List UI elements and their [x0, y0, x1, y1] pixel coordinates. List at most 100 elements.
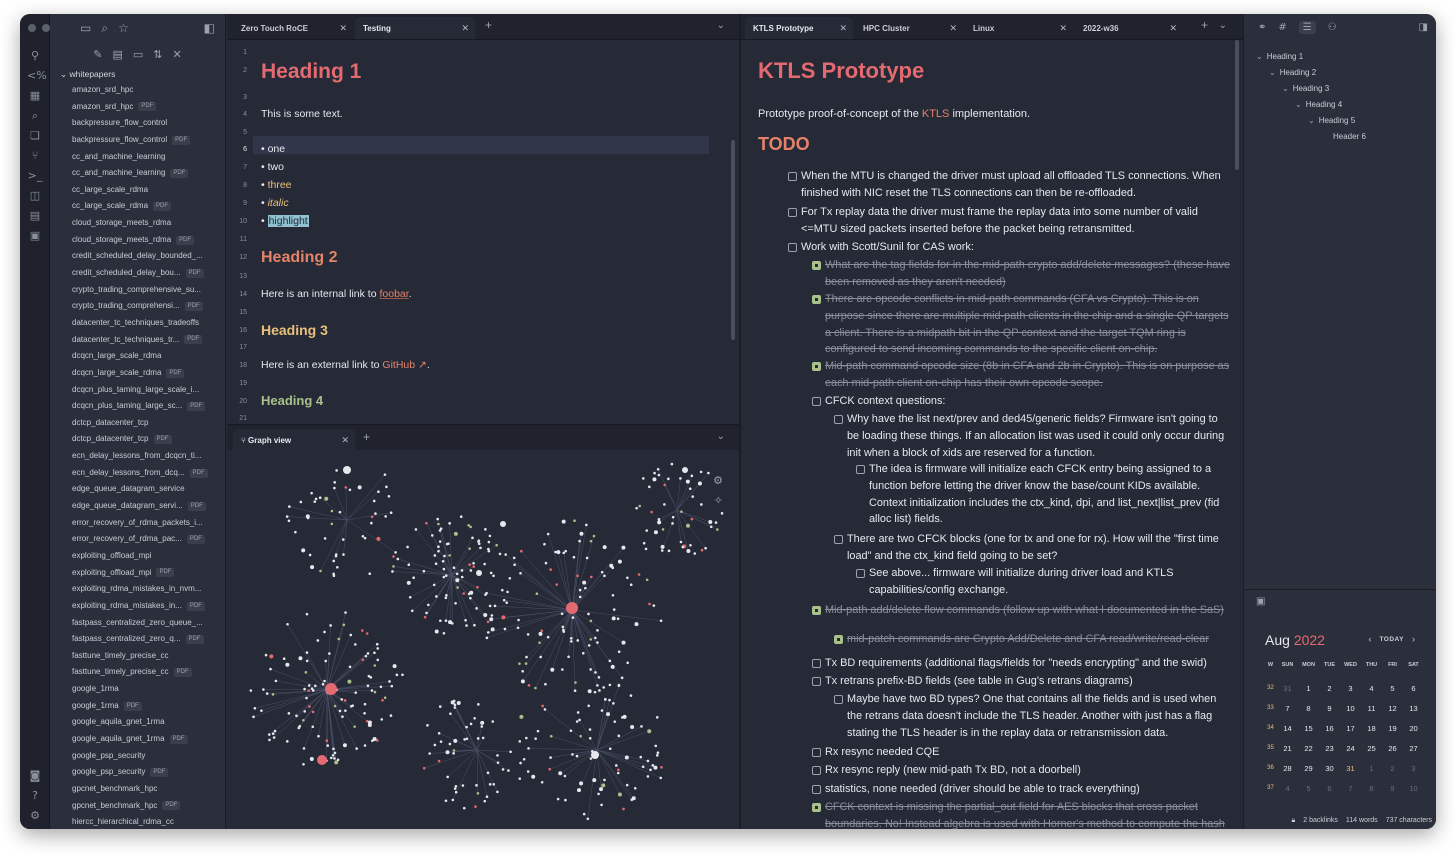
graph-node[interactable]: [353, 725, 356, 728]
task-checkbox[interactable]: [834, 535, 843, 544]
graph-node[interactable]: [454, 601, 457, 605]
calendar-day[interactable]: 3: [1403, 764, 1424, 773]
outline-item[interactable]: ⌄ Heading 3: [1282, 84, 1329, 93]
editor-line[interactable]: • italic: [261, 197, 289, 209]
graph-node[interactable]: [462, 592, 466, 595]
graph-node[interactable]: [616, 771, 620, 775]
file-item[interactable]: dctcp_datacenter_tcp PDF: [50, 431, 225, 448]
graph-node[interactable]: [349, 633, 353, 637]
graph-node[interactable]: [521, 669, 524, 673]
graph-node[interactable]: [612, 608, 616, 611]
file-item[interactable]: dcqcn_plus_taming_large_scale_i...: [50, 382, 225, 399]
graph-node[interactable]: [333, 481, 337, 484]
graph-node[interactable]: [657, 473, 661, 477]
graph-node[interactable]: [597, 792, 600, 796]
graph-node[interactable]: [310, 565, 315, 570]
task-checkbox[interactable]: [788, 172, 797, 181]
graph-node[interactable]: [611, 616, 616, 621]
file-item[interactable]: backpressure_flow_control PDF: [50, 132, 225, 149]
graph-node[interactable]: [438, 540, 442, 543]
graph-node[interactable]: [670, 462, 674, 466]
graph-node[interactable]: [317, 734, 320, 738]
graph-node[interactable]: [392, 664, 397, 669]
graph-node[interactable]: [333, 704, 337, 708]
file-item[interactable]: credit_scheduled_delay_bou... PDF: [50, 265, 225, 282]
graph-node[interactable]: [502, 598, 506, 602]
graph-node[interactable]: [408, 595, 412, 599]
outline-item[interactable]: ⌄ Heading 5: [1308, 116, 1355, 125]
graph-node[interactable]: [326, 744, 330, 747]
close-icon[interactable]: ✕: [339, 23, 347, 34]
folder-whitepapers[interactable]: ⌄ whitepapers: [50, 66, 225, 82]
graph-node[interactable]: [325, 739, 329, 743]
chevron-down-icon[interactable]: ⌄: [1308, 116, 1315, 125]
graph-node[interactable]: [454, 790, 458, 794]
graph-node[interactable]: [473, 717, 476, 720]
close-icon[interactable]: ✕: [1059, 23, 1067, 34]
graph-node[interactable]: [477, 703, 480, 706]
graph-node[interactable]: [519, 571, 522, 575]
graph-node[interactable]: [582, 580, 587, 585]
graph-node[interactable]: [376, 658, 380, 662]
graph-node[interactable]: [444, 619, 448, 623]
task-checkbox[interactable]: [834, 695, 843, 704]
graph-node[interactable]: [594, 671, 597, 674]
graph-node[interactable]: [496, 790, 499, 794]
calendar-day[interactable]: 20: [1403, 724, 1424, 733]
graph-node[interactable]: [305, 651, 309, 654]
table-icon[interactable]: ▦: [27, 88, 43, 104]
graph-node[interactable]: [449, 712, 452, 716]
graph-hub-node[interactable]: [317, 755, 327, 765]
file-item[interactable]: google_aquila_gnet_1rma PDF: [50, 731, 225, 748]
graph-node[interactable]: [686, 549, 691, 554]
external-link[interactable]: GitHub: [382, 359, 415, 371]
tab-list-chevron-icon[interactable]: ⌄: [717, 431, 725, 442]
graph-node[interactable]: [647, 729, 652, 734]
graph-node[interactable]: [350, 704, 353, 708]
tab-graph-view[interactable]: ⑂ Graph view ✕: [233, 429, 355, 451]
graph-node[interactable]: [603, 574, 606, 578]
graph-node[interactable]: [489, 571, 493, 575]
graph-node[interactable]: [347, 679, 352, 684]
graph-node[interactable]: [574, 681, 577, 684]
graph-node[interactable]: [288, 505, 291, 508]
task-checkbox[interactable]: [812, 677, 821, 686]
graph-node[interactable]: [469, 722, 473, 726]
calendar-day[interactable]: 9: [1319, 704, 1340, 713]
graph-node[interactable]: [453, 787, 457, 790]
graph-node[interactable]: [617, 768, 620, 772]
graph-node[interactable]: [319, 569, 322, 573]
graph-node[interactable]: [526, 770, 530, 773]
graph-node[interactable]: [667, 477, 670, 481]
graph-node[interactable]: [544, 561, 548, 565]
graph-node[interactable]: [469, 596, 472, 600]
graph-node[interactable]: [434, 629, 439, 634]
file-item[interactable]: ecn_delay_lessons_from_dcq... PDF: [50, 465, 225, 482]
calendar-day[interactable]: 27: [1403, 744, 1424, 753]
file-item[interactable]: google_psp_security PDF: [50, 764, 225, 781]
graph-node[interactable]: [549, 568, 552, 571]
graph-node[interactable]: [498, 552, 502, 556]
graph-node[interactable]: [338, 709, 342, 713]
graph-node[interactable]: [298, 656, 303, 661]
graph-node[interactable]: [527, 747, 530, 750]
graph-node[interactable]: [438, 705, 442, 708]
calendar-day[interactable]: 7: [1340, 784, 1361, 793]
graph-node[interactable]: [642, 541, 646, 545]
graph-node[interactable]: [406, 580, 411, 585]
graph-node[interactable]: [579, 531, 584, 536]
graph-node[interactable]: [564, 549, 568, 553]
graph-node[interactable]: [333, 757, 336, 760]
editor-line[interactable]: • three: [261, 179, 292, 191]
graph-node[interactable]: [395, 673, 399, 677]
graph-node[interactable]: [314, 684, 317, 688]
calendar-day[interactable]: 2: [1319, 684, 1340, 693]
tab-ktls-prototype[interactable]: KTLS Prototype ✕: [745, 17, 853, 39]
calendar-day[interactable]: 4: [1361, 684, 1382, 693]
close-icon[interactable]: ✕: [949, 23, 957, 34]
file-item[interactable]: fastpass_centralized_zero_queue_...: [50, 615, 225, 632]
graph-node[interactable]: [385, 485, 388, 489]
graph-node[interactable]: [578, 718, 581, 722]
graph-node[interactable]: [663, 483, 667, 487]
graph-node[interactable]: [564, 798, 567, 802]
